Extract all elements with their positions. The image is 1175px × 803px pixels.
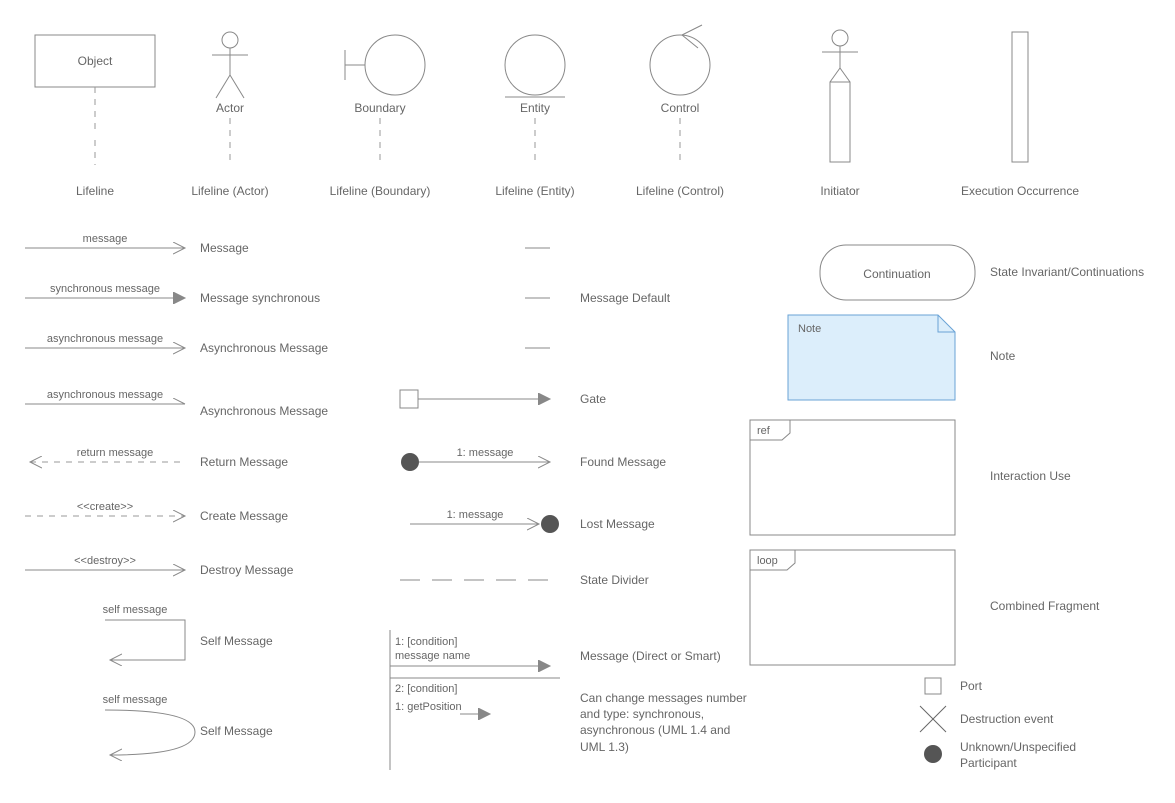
destroy-caption: Destroy Message xyxy=(200,563,294,577)
execution-caption: Execution Occurrence xyxy=(961,184,1079,198)
lost-caption: Lost Message xyxy=(580,517,655,531)
initiator-caption: Initiator xyxy=(820,184,859,198)
return-text: return message xyxy=(77,447,153,459)
lifeline-actor: Actor Lifeline (Actor) xyxy=(191,32,268,198)
async-message-arrow-2: asynchronous message Asynchronous Messag… xyxy=(25,389,328,418)
sync-message-arrow: synchronous message Message synchronous xyxy=(25,283,320,305)
lifeline-object: Object Lifeline xyxy=(35,35,155,198)
unknown-participant-symbol: Unknown/Unspecified Participant xyxy=(924,740,1130,780)
lifeline-boundary-caption: Lifeline (Boundary) xyxy=(330,184,431,198)
multi-line1: 1: [condition] xyxy=(395,636,457,648)
interaction-use-tag: ref xyxy=(757,425,771,437)
message-text: message xyxy=(83,233,128,245)
found-caption: Found Message xyxy=(580,455,666,469)
lifeline-object-caption: Lifeline xyxy=(76,184,114,198)
async-message-arrow-1: asynchronous message Asynchronous Messag… xyxy=(25,333,328,355)
object-title: Object xyxy=(78,54,113,68)
lost-text: 1: message xyxy=(447,509,504,521)
combined-fragment-symbol: loop Combined Fragment xyxy=(750,550,1100,665)
async1-text: asynchronous message xyxy=(47,333,163,345)
gate-caption: Gate xyxy=(580,392,606,406)
combined-tag: loop xyxy=(757,555,778,567)
control-title: Control xyxy=(661,101,700,115)
self-message-2: self message Self Message xyxy=(103,694,273,755)
self1-caption: Self Message xyxy=(200,634,273,648)
create-text: <<create>> xyxy=(77,501,133,513)
continuation-symbol: Continuation State Invariant/Continuatio… xyxy=(820,245,1144,300)
message-default-2: Message Default xyxy=(525,291,671,305)
lifeline-control: Control Lifeline (Control) xyxy=(636,25,724,198)
diagram-canvas: Object Lifeline Actor Lifeline (Actor) B… xyxy=(20,20,1155,780)
return-caption: Return Message xyxy=(200,455,288,469)
actor-title: Actor xyxy=(216,101,244,115)
lifeline-initiator: Initiator xyxy=(820,30,859,198)
create-caption: Create Message xyxy=(200,509,288,523)
state-divider-caption: State Divider xyxy=(580,573,649,587)
create-message-arrow: <<create>> Create Message xyxy=(25,501,288,523)
combined-caption: Combined Fragment xyxy=(990,599,1100,613)
multi-caption: Message (Direct or Smart) xyxy=(580,649,721,663)
state-divider-symbol: State Divider xyxy=(400,573,649,587)
self1-text: self message xyxy=(103,604,168,616)
note-caption: Note xyxy=(990,349,1016,363)
execution-occurrence: Execution Occurrence xyxy=(961,32,1079,198)
unknown-caption: Unknown/Unspecified Participant xyxy=(960,740,1130,771)
interaction-use-symbol: ref Interaction Use xyxy=(750,420,1071,535)
self2-text: self message xyxy=(103,694,168,706)
continuation-caption: State Invariant/Continuations xyxy=(990,265,1144,279)
self-message-1: self message Self Message xyxy=(103,604,273,660)
gate-symbol: Gate xyxy=(400,390,606,408)
destroy-text: <<destroy>> xyxy=(74,555,136,567)
destruction-symbol: Destruction event xyxy=(920,706,1054,732)
lifeline-entity: Entity Lifeline (Entity) xyxy=(495,35,574,198)
note-text: Note xyxy=(798,323,821,335)
message-caption: Message xyxy=(200,241,249,255)
multi-line3: 2: [condition] xyxy=(395,683,457,695)
async2-caption: Asynchronous Message xyxy=(200,404,328,418)
destroy-message-arrow: <<destroy>> Destroy Message xyxy=(25,555,294,577)
sync-caption: Message synchronous xyxy=(200,291,320,305)
message-default-caption: Message Default xyxy=(580,291,671,305)
multi-line2: message name xyxy=(395,650,470,662)
sync-text: synchronous message xyxy=(50,283,160,295)
found-message-symbol: 1: message Found Message xyxy=(401,447,666,471)
entity-title: Entity xyxy=(520,101,550,115)
async1-caption: Asynchronous Message xyxy=(200,341,328,355)
async2-text: asynchronous message xyxy=(47,389,163,401)
note-symbol: Note Note xyxy=(788,315,1016,400)
lifeline-control-caption: Lifeline (Control) xyxy=(636,184,724,198)
port-caption: Port xyxy=(960,679,983,693)
lifeline-actor-caption: Lifeline (Actor) xyxy=(191,184,268,198)
boundary-title: Boundary xyxy=(354,101,405,115)
self2-caption: Self Message xyxy=(200,724,273,738)
port-symbol: Port xyxy=(925,678,983,694)
message-arrow: message Message xyxy=(25,233,249,255)
lifeline-boundary: Boundary Lifeline (Boundary) xyxy=(330,35,431,198)
found-text: 1: message xyxy=(457,447,514,459)
continuation-text: Continuation xyxy=(863,267,930,281)
lifeline-entity-caption: Lifeline (Entity) xyxy=(495,184,574,198)
message-direct-smart: 1: [condition] message name 2: [conditio… xyxy=(390,630,750,780)
interaction-use-caption: Interaction Use xyxy=(990,469,1071,483)
return-message-arrow: return message Return Message xyxy=(30,447,288,469)
destruction-caption: Destruction event xyxy=(960,712,1054,726)
multi-desc: Can change messages number and type: syn… xyxy=(580,690,750,755)
lost-message-symbol: 1: message Lost Message xyxy=(410,509,655,533)
multi-line4: 1: getPosition xyxy=(395,701,462,713)
